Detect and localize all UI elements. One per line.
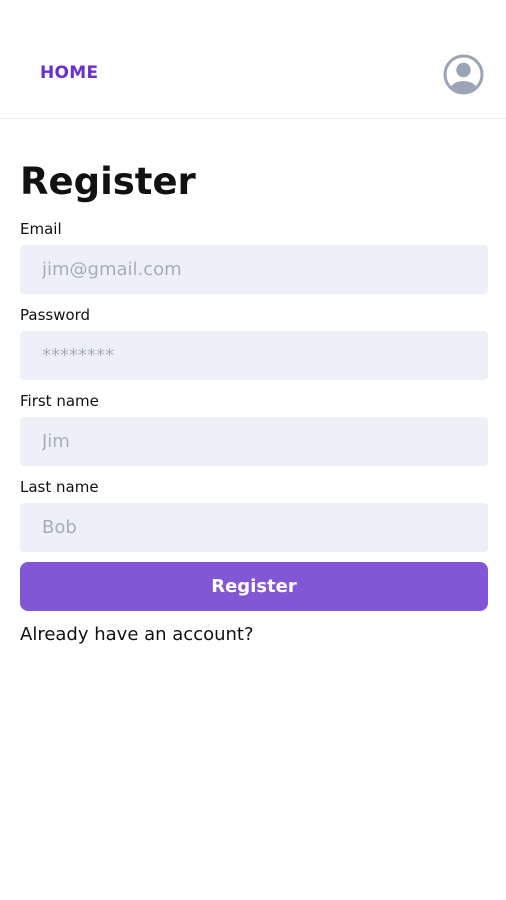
- email-label: Email: [20, 220, 62, 238]
- top-header: HOME: [0, 0, 506, 119]
- last-name-label: Last name: [20, 478, 99, 496]
- last-name-field[interactable]: [20, 503, 488, 552]
- user-avatar[interactable]: [443, 54, 484, 95]
- user-avatar-icon: [443, 54, 484, 95]
- nav-home-link[interactable]: HOME: [40, 63, 98, 83]
- email-field[interactable]: [20, 245, 488, 294]
- first-name-label: First name: [20, 392, 99, 410]
- password-field[interactable]: [20, 331, 488, 380]
- page-title: Register: [20, 160, 196, 203]
- login-link[interactable]: Already have an account?: [20, 624, 254, 645]
- password-label: Password: [20, 306, 91, 324]
- register-button[interactable]: Register: [20, 562, 488, 611]
- first-name-field[interactable]: [20, 417, 488, 466]
